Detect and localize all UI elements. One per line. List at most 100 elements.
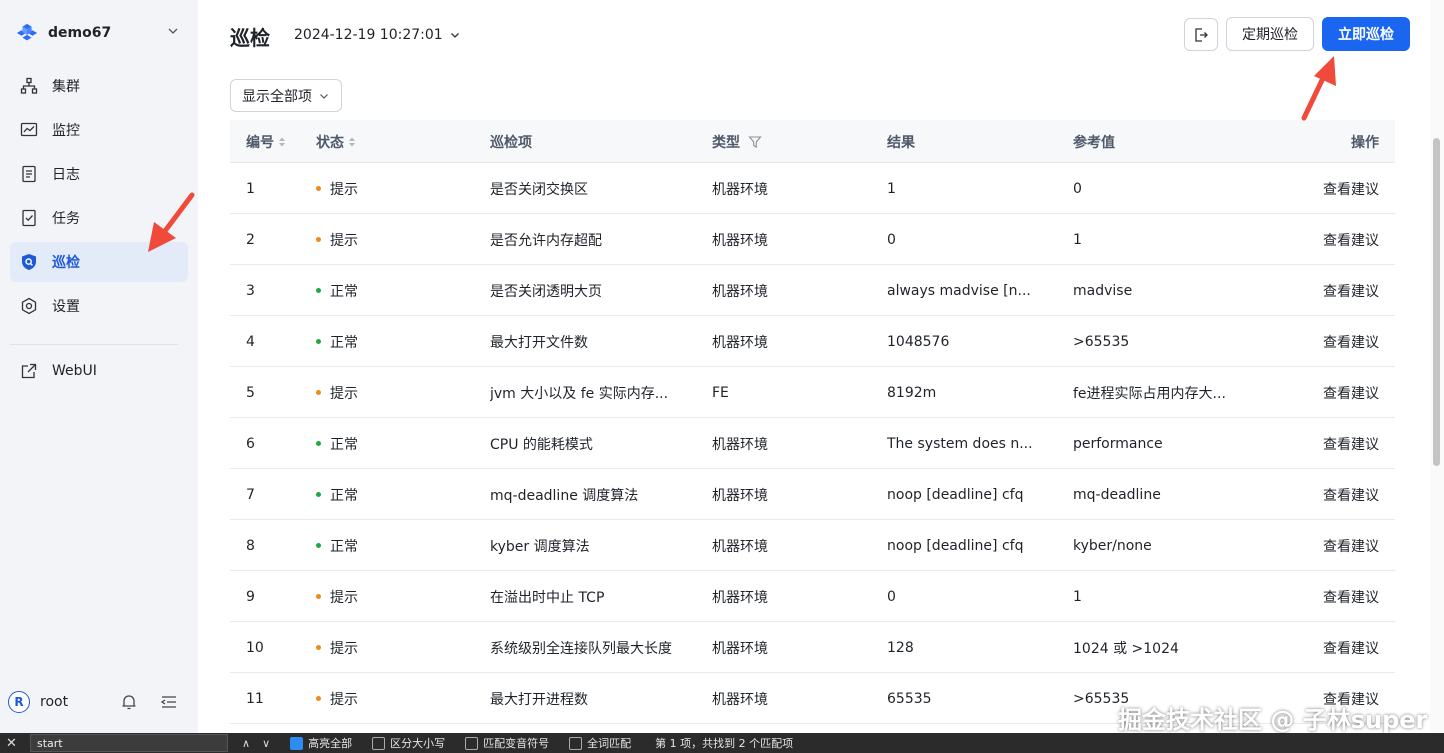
- find-input[interactable]: [30, 734, 228, 752]
- cell-type: 机器环境: [712, 283, 768, 300]
- match-case-checkbox[interactable]: 区分大小写: [372, 735, 445, 751]
- match-diacritics-checkbox[interactable]: 匹配变音符号: [465, 735, 549, 751]
- view-suggestion-link[interactable]: 查看建议: [1299, 265, 1379, 316]
- checkbox-box: [290, 736, 304, 750]
- cell-result: 128: [887, 639, 914, 656]
- cell-result: 8192m: [887, 384, 937, 401]
- view-suggestion-link[interactable]: 查看建议: [1299, 316, 1379, 367]
- run-inspection-button[interactable]: 立即巡检: [1322, 17, 1410, 51]
- schedule-inspection-button[interactable]: 定期巡检: [1226, 17, 1314, 51]
- table-body: 1 提示 是否关闭交换区 机器环境 1 0 查看建议 2 提示 是否允许内存超配 机器环境 0 1 查看建…: [230, 163, 1395, 724]
- collapse-menu-icon[interactable]: [160, 693, 178, 711]
- scrollbar-thumb[interactable]: [1433, 138, 1440, 466]
- cell-reference: mq-deadline: [1073, 486, 1161, 503]
- cell-item: 系统级别全连接队列最大长度: [490, 640, 672, 657]
- cell-id: 11: [246, 690, 264, 707]
- show-all-filter[interactable]: 显示全部项: [230, 79, 342, 112]
- bell-icon[interactable]: [120, 693, 138, 711]
- export-button[interactable]: [1184, 18, 1218, 51]
- cell-result: always madvise [n...: [887, 282, 1031, 299]
- view-suggestion-link[interactable]: 查看建议: [1299, 163, 1379, 214]
- cell-id: 1: [246, 180, 255, 197]
- column-type[interactable]: 类型: [712, 120, 862, 163]
- cell-type: 机器环境: [712, 691, 768, 708]
- external-link-icon: [21, 363, 37, 379]
- cell-type: 机器环境: [712, 589, 768, 606]
- cell-type: 机器环境: [712, 334, 768, 351]
- table-row: 3 正常 是否关闭透明大页 机器环境 always madvise [n... madvi…: [230, 265, 1395, 316]
- status-text: 正常: [330, 436, 358, 453]
- cell-item: 最大打开文件数: [490, 334, 588, 351]
- sidebar: demo67 集群 监控 日志 任务 巡检 设置 WebUI R root: [0, 0, 198, 733]
- cell-id: 10: [246, 639, 264, 656]
- table-row: 4 正常 最大打开文件数 机器环境 1048576 >65535 查看建议: [230, 316, 1395, 367]
- status-text: 正常: [330, 334, 358, 351]
- cluster-name: demo67: [48, 25, 112, 41]
- cell-reference: 1024 或 >1024: [1073, 640, 1179, 657]
- status-text: 提示: [330, 232, 358, 249]
- view-suggestion-link[interactable]: 查看建议: [1299, 214, 1379, 265]
- cluster-switcher[interactable]: demo67: [16, 20, 186, 46]
- view-suggestion-link[interactable]: 查看建议: [1299, 520, 1379, 571]
- table-row: 5 提示 jvm 大小以及 fe 实际内存... FE 8192m fe进程实际占用内存大…: [230, 367, 1395, 418]
- cell-reference: fe进程实际占用内存大...: [1073, 385, 1226, 402]
- find-bar: ✕ ∧ ∨ 高亮全部 区分大小写 匹配变音符号 全词匹配 第 1 项，共找到 2…: [0, 733, 1444, 753]
- cell-status: 提示: [316, 163, 416, 214]
- chevron-down-icon[interactable]: [166, 24, 180, 38]
- cell-id: 7: [246, 486, 255, 503]
- cell-type: 机器环境: [712, 181, 768, 198]
- whole-words-checkbox[interactable]: 全词匹配: [569, 735, 631, 751]
- column-status[interactable]: 状态: [316, 120, 416, 163]
- status-text: 正常: [330, 283, 358, 300]
- table-row: 6 正常 CPU 的能耗模式 机器环境 The system does n... perf…: [230, 418, 1395, 469]
- view-suggestion-link[interactable]: 查看建议: [1299, 469, 1379, 520]
- table-row: 2 提示 是否允许内存超配 机器环境 0 1 查看建议: [230, 214, 1395, 265]
- cluster-icon: [20, 77, 38, 95]
- cell-status: 提示: [316, 214, 416, 265]
- checkbox-label: 全词匹配: [587, 737, 632, 750]
- inspection-date-select[interactable]: 2024-12-19 10:27:01: [294, 27, 461, 43]
- filter-funnel-icon[interactable]: [748, 135, 762, 149]
- find-next-icon[interactable]: ∨: [262, 737, 270, 750]
- table-row: 8 正常 kyber 调度算法 机器环境 noop [deadline] cfq kybe…: [230, 520, 1395, 571]
- view-suggestion-link[interactable]: 查看建议: [1299, 418, 1379, 469]
- cell-id: 4: [246, 333, 255, 350]
- cell-reference: 1: [1073, 588, 1082, 605]
- cell-reference: kyber/none: [1073, 537, 1152, 554]
- webui-link[interactable]: WebUI: [20, 358, 97, 384]
- view-suggestion-link[interactable]: 查看建议: [1299, 367, 1379, 418]
- log-icon: [20, 165, 38, 183]
- cell-result: 1048576: [887, 333, 950, 350]
- sidebar-divider: [10, 344, 178, 345]
- user-area: R root: [8, 690, 190, 714]
- cell-status: 提示: [316, 367, 416, 418]
- cell-status: 提示: [316, 673, 416, 724]
- highlight-all-checkbox[interactable]: 高亮全部: [290, 735, 352, 751]
- find-previous-icon[interactable]: ∧: [242, 737, 250, 750]
- sidebar-item-monitor[interactable]: 监控: [10, 110, 188, 150]
- view-suggestion-link[interactable]: 查看建议: [1299, 622, 1379, 673]
- cell-status: 正常: [316, 520, 416, 571]
- annotation-arrow-sidebar: [148, 192, 195, 252]
- cell-reference: 0: [1073, 180, 1082, 197]
- page-title: 巡检: [230, 26, 270, 50]
- avatar[interactable]: R: [8, 691, 30, 713]
- column-id[interactable]: 编号: [246, 120, 306, 163]
- status-dot-icon: [316, 543, 321, 548]
- checkbox-box: [569, 736, 583, 750]
- inspect-shield-icon: [20, 253, 38, 271]
- sidebar-item-cluster[interactable]: 集群: [10, 66, 188, 106]
- close-icon[interactable]: ✕: [6, 736, 20, 751]
- cell-type: 机器环境: [712, 232, 768, 249]
- sidebar-item-log[interactable]: 日志: [10, 154, 188, 194]
- monitor-icon: [20, 121, 38, 139]
- cell-id: 3: [246, 282, 255, 299]
- sort-icon: [279, 137, 285, 146]
- checkbox-label: 区分大小写: [390, 737, 446, 750]
- inspection-date: 2024-12-19 10:27:01: [294, 27, 443, 43]
- cell-result: 1: [887, 180, 896, 197]
- view-suggestion-link[interactable]: 查看建议: [1299, 571, 1379, 622]
- column-item: 巡检项: [490, 134, 532, 151]
- cell-item: mq-deadline 调度算法: [490, 487, 639, 504]
- sidebar-item-settings[interactable]: 设置: [10, 286, 188, 326]
